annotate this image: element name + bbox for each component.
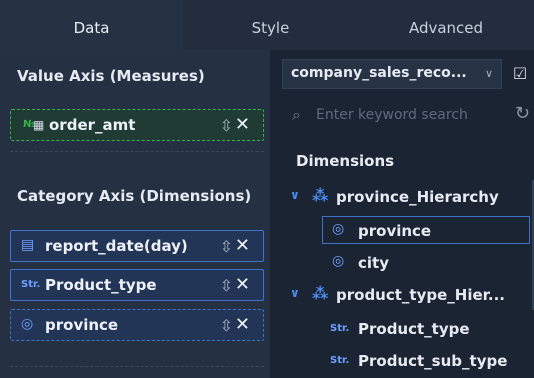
remove-field-button[interactable]: ✕ <box>235 314 250 335</box>
dataset-name: company_sales_reco... <box>291 65 467 81</box>
search-icon: ⌕ <box>292 105 301 124</box>
tab-style[interactable]: Style <box>183 0 358 50</box>
tree-item-label: Product_sub_type <box>358 352 508 370</box>
sort-icon[interactable]: ⇳ <box>220 237 233 256</box>
tree-item-label: city <box>358 254 389 272</box>
dimensions-title: Dimensions <box>296 152 395 170</box>
location-pin-icon: ◎ <box>332 221 345 237</box>
dimension-field-label: report_date(day) <box>45 237 188 255</box>
chevron-down-icon[interactable]: ∨ <box>290 188 300 202</box>
chevron-down-icon[interactable]: ∨ <box>290 286 300 300</box>
hierarchy-icon: ⁂ <box>312 284 329 303</box>
tree-item-label: Product_type <box>358 320 470 338</box>
field-search[interactable]: ⌕ Enter keyword search ↻ <box>282 100 530 130</box>
tree-item-label: province <box>358 222 432 240</box>
remove-field-button[interactable]: ✕ <box>235 274 250 295</box>
hierarchy-icon: ⁂ <box>312 186 329 205</box>
dataset-select[interactable]: company_sales_reco... ∨ <box>282 59 502 89</box>
location-pin-icon: ◎ <box>21 316 34 332</box>
tree-item-product-type-hierarchy[interactable]: ∨ ⁂ product_type_Hier... <box>282 280 532 310</box>
tree-item-city[interactable]: ◎ city <box>282 248 532 278</box>
string-type-icon: Str. <box>330 355 350 366</box>
sort-icon[interactable]: ⇳ <box>220 116 233 135</box>
refresh-icon[interactable]: ↻ <box>515 103 530 124</box>
edit-dataset-button[interactable]: ☑ <box>508 59 532 89</box>
tab-data[interactable]: Data <box>0 0 183 50</box>
measure-field-label: order_amt <box>49 116 136 134</box>
table-icon: ▦ <box>33 118 45 132</box>
string-type-icon: Str. <box>21 279 41 290</box>
remove-field-button[interactable]: ✕ <box>235 114 250 135</box>
sort-icon[interactable]: ⇳ <box>220 276 233 295</box>
measure-field-order-amt[interactable]: № ▦ order_amt ⇳ ✕ <box>10 109 264 141</box>
search-input[interactable]: Enter keyword search <box>316 107 468 123</box>
divider <box>10 366 264 367</box>
dimension-field-label: Product_type <box>45 276 157 294</box>
sort-icon[interactable]: ⇳ <box>220 316 233 335</box>
tree-item-label: province_Hierarchy <box>336 188 499 206</box>
tree-item-product-type[interactable]: Str. Product_type <box>282 314 532 344</box>
category-axis-title: Category Axis (Dimensions) <box>17 187 252 205</box>
tab-bar: Data Style Advanced <box>0 0 534 50</box>
dimension-field-province[interactable]: ◎ province ⇳ ✕ <box>10 309 264 341</box>
tree-item-label: product_type_Hier... <box>336 286 505 304</box>
location-pin-icon: ◎ <box>332 253 345 269</box>
dataset-field-panel: company_sales_reco... ∨ ☑ ⌕ Enter keywor… <box>272 50 534 378</box>
field-config-panel: Value Axis (Measures) № ▦ order_amt ⇳ ✕ … <box>0 50 270 378</box>
dimension-field-report-date[interactable]: ▤ report_date(day) ⇳ ✕ <box>10 230 264 262</box>
string-type-icon: Str. <box>330 323 350 334</box>
chevron-down-icon: ∨ <box>484 67 493 80</box>
tree-item-province-hierarchy[interactable]: ∨ ⁂ province_Hierarchy <box>282 182 532 212</box>
divider <box>10 151 264 152</box>
value-axis-title: Value Axis (Measures) <box>17 67 205 85</box>
dimension-field-product-type[interactable]: Str. Product_type ⇳ ✕ <box>10 269 264 301</box>
tab-advanced[interactable]: Advanced <box>358 0 534 50</box>
remove-field-button[interactable]: ✕ <box>235 235 250 256</box>
dimension-field-label: province <box>45 316 119 334</box>
tree-item-province[interactable]: ◎ province <box>282 216 532 246</box>
tree-item-product-sub-type[interactable]: Str. Product_sub_type <box>282 346 532 376</box>
calendar-icon: ▤ <box>21 237 35 253</box>
